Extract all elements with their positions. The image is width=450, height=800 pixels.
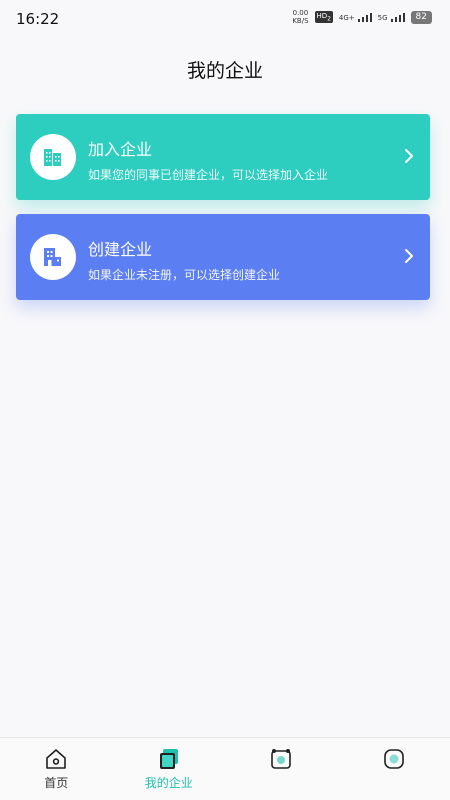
- bottom-tab-bar: 首页 我的企业: [0, 737, 450, 800]
- network-speed-value: 0.00: [292, 9, 309, 17]
- join-enterprise-subtitle: 如果您的同事已创建企业，可以选择加入企业: [88, 168, 329, 182]
- building-add-icon: [30, 234, 76, 280]
- join-enterprise-title: 加入企业: [88, 140, 153, 159]
- tab-my-enterprise[interactable]: 我的企业: [113, 738, 226, 800]
- battery-icon: 82: [410, 10, 432, 24]
- signal-5g-icon: 5G: [377, 12, 405, 22]
- home-icon: [46, 749, 67, 769]
- chevron-right-icon: [405, 149, 413, 163]
- profile-icon: [383, 749, 404, 769]
- page-title: 我的企业: [186, 60, 263, 82]
- signal-5g-label: 5G: [377, 13, 388, 22]
- create-enterprise-card[interactable]: 创建企业 如果企业未注册，可以选择创建企业: [16, 214, 430, 300]
- signal-4g-icon: 4G+: [338, 12, 372, 22]
- tab-home-label: 首页: [44, 776, 69, 790]
- chevron-right-icon: [405, 249, 413, 263]
- network-speed-unit: KB/S: [292, 17, 309, 25]
- create-enterprise-subtitle: 如果企业未注册，可以选择创建企业: [88, 268, 281, 282]
- hd-num: 2: [327, 16, 331, 23]
- status-icons: 0.00 KB/S HD2 4G+ 5G 82: [292, 9, 432, 25]
- status-time: 16:22: [16, 10, 60, 28]
- enterprise-icon: [159, 749, 178, 769]
- hd-badge: HD2: [314, 10, 333, 24]
- create-enterprise-title: 创建企业: [88, 240, 153, 259]
- tab-profile[interactable]: [338, 738, 450, 800]
- tab-home[interactable]: 首页: [0, 738, 113, 800]
- network-speed: 0.00 KB/S: [292, 9, 308, 25]
- status-bar: 16:22 0.00 KB/S HD2 4G+ 5G 82: [0, 0, 450, 36]
- tab-alarm[interactable]: [225, 738, 338, 800]
- signal-4g-label: 4G+: [338, 13, 355, 22]
- tab-my-enterprise-label: 我的企业: [144, 776, 193, 790]
- building-icon: [30, 134, 76, 180]
- alarm-icon: [271, 749, 292, 769]
- join-enterprise-card[interactable]: 加入企业 如果您的同事已创建企业，可以选择加入企业: [16, 114, 430, 200]
- hd-label: HD: [316, 11, 328, 20]
